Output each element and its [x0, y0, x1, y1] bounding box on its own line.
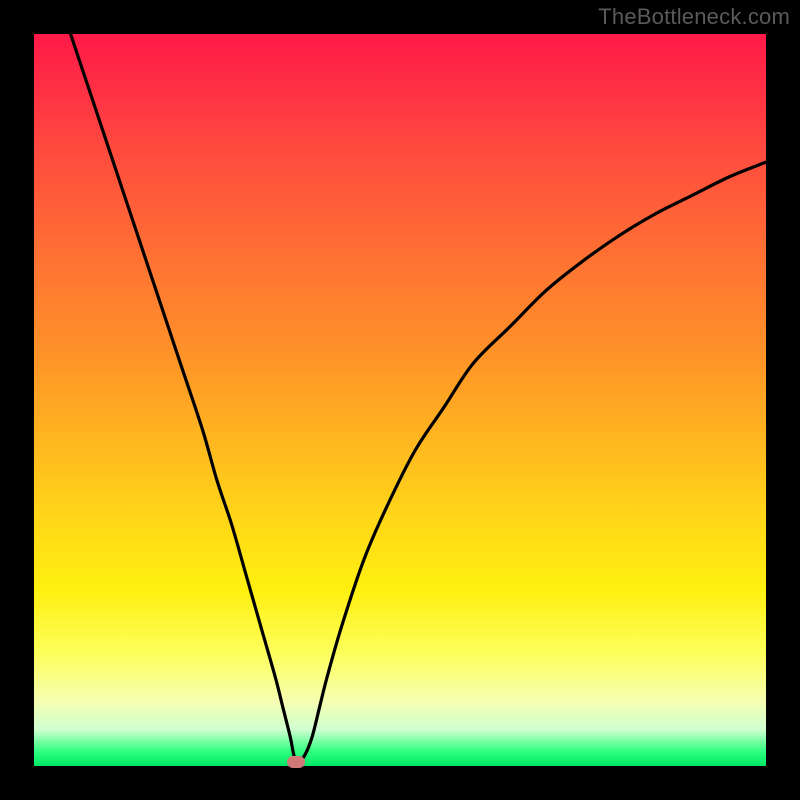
chart-plot-area — [34, 34, 766, 766]
attribution-text: TheBottleneck.com — [598, 4, 790, 30]
optimal-point-marker — [287, 756, 305, 768]
bottleneck-curve — [34, 34, 766, 766]
